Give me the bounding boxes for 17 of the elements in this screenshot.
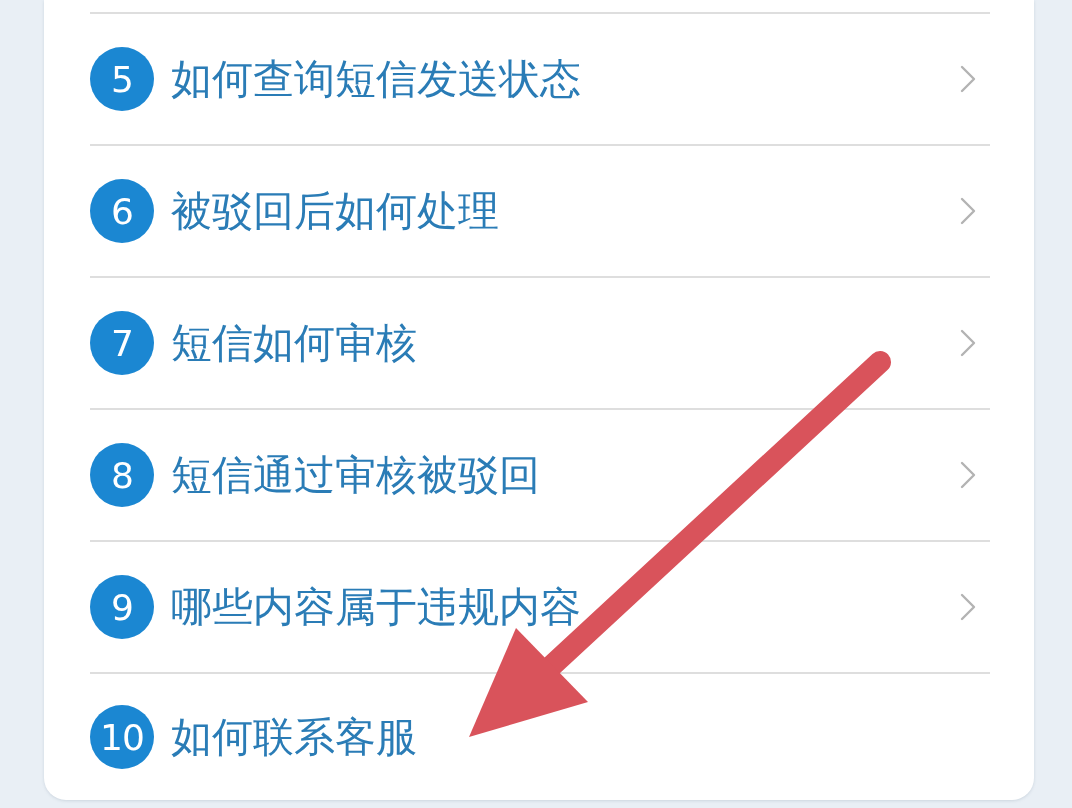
- number-badge: 7: [90, 311, 154, 375]
- number-badge: 9: [90, 575, 154, 639]
- chevron-right-icon[interactable]: [960, 197, 976, 225]
- faq-title[interactable]: 被驳回后如何处理: [171, 183, 499, 239]
- faq-title[interactable]: 短信通过审核被驳回: [171, 447, 540, 503]
- faq-title[interactable]: 如何查询短信发送状态: [171, 51, 581, 107]
- chevron-right-icon[interactable]: [960, 461, 976, 489]
- faq-title[interactable]: 如何联系客服: [171, 709, 417, 765]
- chevron-right-icon[interactable]: [960, 329, 976, 357]
- number-badge: 10: [90, 705, 154, 769]
- number-badge: 5: [90, 47, 154, 111]
- number-badge: 6: [90, 179, 154, 243]
- number-badge: 8: [90, 443, 154, 507]
- faq-title[interactable]: 哪些内容属于违规内容: [171, 579, 581, 635]
- chevron-right-icon[interactable]: [960, 593, 976, 621]
- chevron-right-icon[interactable]: [960, 65, 976, 93]
- faq-title[interactable]: 短信如何审核: [171, 315, 417, 371]
